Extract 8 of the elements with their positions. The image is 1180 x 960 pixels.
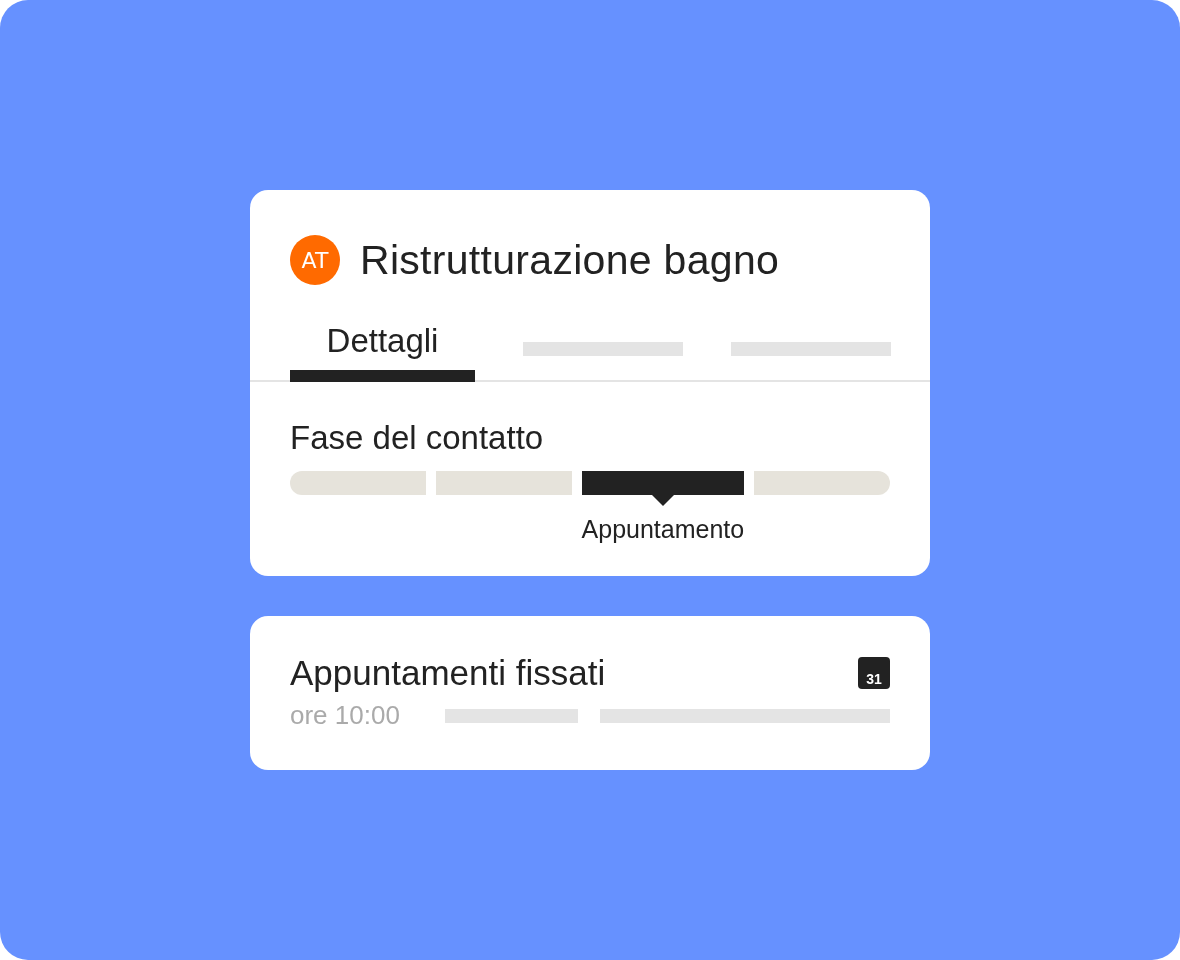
avatar: AT (290, 235, 340, 285)
section-heading: Fase del contatto (290, 418, 545, 458)
card-title: Appuntamenti fissati (290, 652, 606, 694)
stage-label: Appuntamento (581, 515, 745, 544)
calendar-icon: 31 (858, 657, 890, 689)
appointment-time: ore 10:00 (290, 700, 401, 731)
card-title: Ristrutturazione bagno (360, 236, 780, 285)
tab[interactable]: Dettagli (290, 315, 475, 382)
